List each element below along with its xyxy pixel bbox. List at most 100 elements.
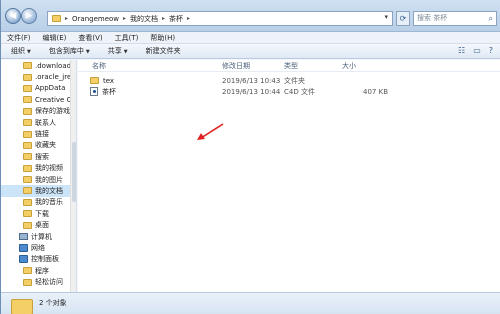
- folder-icon: [23, 73, 32, 81]
- new-folder-button[interactable]: 新建文件夹: [146, 46, 181, 56]
- sidebar-item[interactable]: 计算机: [1, 231, 76, 242]
- file-date: 2019/6/13 10:44: [222, 87, 281, 96]
- include-in-library-button[interactable]: 包含到库中 ▼: [49, 46, 90, 56]
- sidebar-item[interactable]: 搜索: [1, 151, 76, 162]
- sidebar-item[interactable]: 我的视频: [1, 163, 76, 174]
- search-icon: ⌕: [488, 14, 493, 23]
- folder-icon: [23, 62, 32, 70]
- chevron-right-icon: ▸: [187, 15, 191, 22]
- sidebar-item[interactable]: 控制面板: [1, 254, 76, 265]
- sidebar-item[interactable]: 网络: [1, 242, 76, 253]
- menu-tools[interactable]: 工具(T): [115, 33, 139, 43]
- sidebar-item-label: AppData: [35, 84, 66, 93]
- sidebar-item-label: 下载: [35, 209, 49, 218]
- include-label: 包含到库中: [48, 47, 84, 55]
- file-type: 文件夹: [284, 76, 305, 85]
- folder-icon: [23, 119, 32, 127]
- sidebar-item[interactable]: 联系人: [1, 117, 76, 128]
- folder-icon: [23, 267, 32, 275]
- sidebar-item[interactable]: Creative Clou: [1, 94, 76, 105]
- menu-view[interactable]: 查看(V): [78, 33, 102, 43]
- folder-icon: [23, 210, 32, 218]
- breadcrumb-item[interactable]: 茶杯: [169, 14, 183, 24]
- preview-pane-icon[interactable]: ▭: [473, 46, 481, 55]
- sidebar-item[interactable]: 保存的游戏: [1, 106, 76, 117]
- chevron-right-icon: ▸: [123, 15, 127, 22]
- menu-help[interactable]: 帮助(H): [150, 33, 175, 43]
- sidebar-item-label: 我的图片: [35, 175, 63, 184]
- sidebar-item[interactable]: 我的文档: [1, 185, 76, 197]
- share-label: 共享: [107, 47, 122, 55]
- file-size: 407 KB: [363, 87, 388, 96]
- sidebar-item-label: 保存的游戏: [35, 107, 70, 116]
- address-bar-area: ◀ ▶ ▸ Orangemeow ▸ 我的文档 ▸ 茶杯 ▸ ▾ ⟳ 搜索 茶杯…: [1, 0, 500, 32]
- sidebar-item[interactable]: 链接: [1, 128, 76, 139]
- breadcrumb-item[interactable]: 我的文档: [130, 14, 158, 24]
- organize-button[interactable]: 组织 ▼: [11, 46, 31, 56]
- sidebar-item-label: 我的文档: [35, 186, 63, 195]
- sidebar-item-label: 我的音乐: [35, 198, 63, 207]
- file-name: tex: [103, 76, 115, 85]
- folder-icon: [11, 299, 33, 314]
- sidebar-item-label: 轻松访问: [35, 278, 63, 287]
- sidebar-item[interactable]: 桌面: [1, 219, 76, 230]
- sidebar-item-label: 计算机: [31, 232, 52, 241]
- refresh-button[interactable]: ⟳: [396, 11, 410, 26]
- help-icon[interactable]: ?: [489, 46, 493, 55]
- network-icon: [19, 243, 28, 252]
- c4d-file-icon: [90, 87, 98, 96]
- folder-icon: [23, 130, 32, 138]
- file-row[interactable]: 茶杯 2019/6/13 10:44 C4D 文件 407 KB: [78, 86, 500, 97]
- menu-file[interactable]: 文件(F): [7, 33, 31, 43]
- chevron-down-icon: ▼: [85, 49, 90, 55]
- folder-icon: [52, 15, 61, 22]
- sidebar-item-label: 网络: [31, 243, 45, 252]
- folder-icon: [23, 176, 32, 184]
- breadcrumb-item[interactable]: Orangemeow: [72, 15, 119, 23]
- control-panel-icon: [19, 255, 28, 264]
- file-name: 茶杯: [102, 87, 116, 96]
- sidebar-item[interactable]: 轻松访问: [1, 276, 76, 287]
- view-options-icon[interactable]: ☷: [458, 46, 465, 55]
- folder-icon: [23, 164, 32, 172]
- item-count: 2 个对象: [39, 299, 67, 307]
- search-placeholder: 搜索 茶杯: [417, 14, 448, 22]
- address-bar[interactable]: ▸ Orangemeow ▸ 我的文档 ▸ 茶杯 ▸ ▾: [47, 11, 393, 26]
- chevron-down-icon[interactable]: ▾: [384, 13, 388, 21]
- column-header-type[interactable]: 类型: [282, 60, 340, 71]
- sidebar-item[interactable]: .downloader: [1, 60, 76, 71]
- file-date: 2019/6/13 10:43: [222, 76, 281, 85]
- column-headers: 名称 修改日期 类型 大小: [78, 60, 500, 72]
- sidebar-item[interactable]: 我的图片: [1, 174, 76, 185]
- sidebar-item-label: 控制面板: [31, 255, 59, 264]
- file-type: C4D 文件: [284, 87, 315, 96]
- file-list: 名称 修改日期 类型 大小 tex 2019/6/13 10:43 文件夹 茶杯…: [78, 60, 500, 292]
- scrollbar-thumb[interactable]: [72, 142, 76, 202]
- sidebar-item[interactable]: 下载: [1, 208, 76, 219]
- sidebar-item[interactable]: .oracle_jre_us: [1, 71, 76, 82]
- folder-icon: [23, 84, 32, 92]
- sidebar-item[interactable]: 程序: [1, 265, 76, 276]
- share-button[interactable]: 共享 ▼: [108, 46, 128, 56]
- search-input[interactable]: 搜索 茶杯 ⌕: [413, 11, 497, 26]
- file-row[interactable]: tex 2019/6/13 10:43 文件夹: [78, 75, 500, 86]
- sidebar-item[interactable]: 我的音乐: [1, 197, 76, 208]
- folder-icon: [23, 198, 32, 206]
- folder-icon: [23, 153, 32, 161]
- forward-button[interactable]: ▶: [21, 8, 37, 24]
- sidebar-item[interactable]: AppData: [1, 83, 76, 94]
- command-bar: 组织 ▼ 包含到库中 ▼ 共享 ▼ 新建文件夹 ☷ ▭ ?: [1, 44, 500, 59]
- menu-edit[interactable]: 编辑(E): [43, 33, 67, 43]
- column-header-name[interactable]: 名称: [78, 60, 220, 71]
- back-button[interactable]: ◀: [5, 8, 21, 24]
- column-header-size[interactable]: 大小: [340, 60, 400, 71]
- sidebar-item-label: 链接: [35, 130, 49, 139]
- column-header-date[interactable]: 修改日期: [220, 60, 282, 71]
- sidebar-scrollbar[interactable]: [70, 60, 76, 292]
- sidebar-item-label: 我的视频: [35, 164, 63, 173]
- sidebar-item[interactable]: 收藏夹: [1, 140, 76, 151]
- chevron-right-icon: ▸: [65, 15, 69, 22]
- folder-icon: [23, 278, 32, 286]
- computer-icon: [19, 233, 28, 241]
- folder-icon: [23, 141, 32, 149]
